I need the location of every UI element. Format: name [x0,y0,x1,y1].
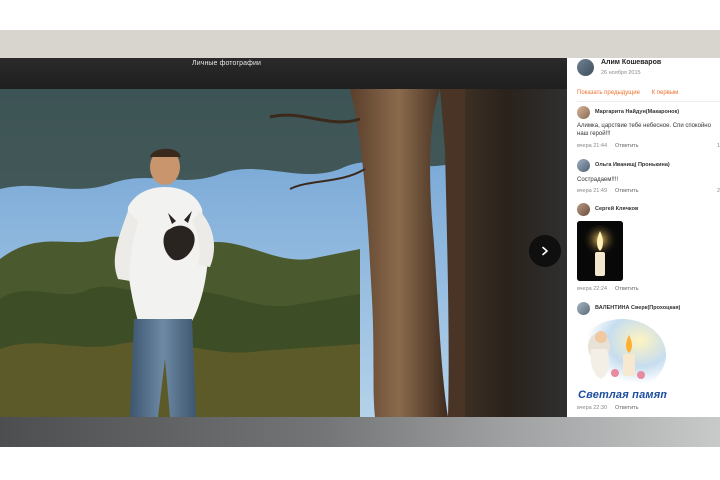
memorial-caption: Светлая память... [578,389,667,401]
comment-time: вчера 21:44 [577,143,608,149]
comment-text-line2: наш герой!!! [577,131,611,137]
album-title[interactable]: Личные фотографии [192,60,261,67]
comment-time: вчера 21:49 [577,188,608,194]
page: Личные фотографии Алим Кошеваров 26 нояб… [0,0,720,480]
author-avatar[interactable] [577,59,594,76]
bottom-band [0,417,720,447]
author-name[interactable]: Алим Кошеваров [601,59,661,66]
show-previous-link[interactable]: Показать предыдущие [577,90,640,96]
candle-icon [577,221,623,281]
reply-button[interactable]: Ответить [615,286,639,292]
commenter-avatar[interactable] [577,302,590,315]
commenter-avatar[interactable] [577,203,590,216]
divider [577,101,720,102]
top-band [0,30,720,58]
comment-time: вчера 22:24 [577,286,608,292]
reply-button[interactable]: Ответить [615,405,639,411]
comment-meta: вчера 22:30 Ответить [577,405,639,411]
comments-panel: Алим Кошеваров 26 ноября 2015 Показать п… [567,58,720,417]
comments-nav: Показать предыдущие К первым [577,90,688,96]
comment-text-line1: Сострадаем!!!! [577,177,619,183]
comment-meta: вчера 21:49 Ответить [577,188,639,194]
reply-button[interactable]: Ответить [615,188,639,194]
comment-item: ВАЛЕНТИНА Сверк(Прохоцкая) Светлая памя … [577,302,720,417]
photo-image [0,89,465,417]
commenter-name[interactable]: Ольга Иванищ( Пронькина) [595,162,670,168]
comment-item: Ольга Иванищ( Пронькина) Сострадаем!!!! … [577,159,720,199]
comment-item: Сергей Клячков вчера 22:24 Ответить [577,203,720,298]
next-photo-button[interactable] [529,235,561,267]
commenter-name[interactable]: Маргарита Найдун(Макаронок) [595,109,679,115]
comment-meta: вчера 22:24 Ответить [577,286,639,292]
comment-text-line1: Алимка, царствие тебе небесное. Спи спок… [577,123,711,129]
commenter-name[interactable]: ВАЛЕНТИНА Сверк(Прохоцкая) [595,305,680,311]
photo-viewer: Личные фотографии [0,58,567,417]
memorial-image[interactable]: Светлая память... [577,317,667,403]
commenter-name[interactable]: Сергей Клячков [595,206,638,212]
commenter-avatar[interactable] [577,106,590,119]
photo-date: 26 ноября 2015 [601,70,641,76]
chevron-right-icon [542,246,548,256]
commenter-avatar[interactable] [577,159,590,172]
reply-button[interactable]: Ответить [615,143,639,149]
candle-image[interactable] [577,221,623,281]
comment-meta: вчера 21:44 Ответить [577,143,639,149]
comment-item: Маргарита Найдун(Макаронок) Алимка, царс… [577,106,720,154]
to-first-link[interactable]: К первым [652,90,679,96]
viewer-header: Личные фотографии [0,58,567,89]
comment-time: вчера 22:30 [577,405,608,411]
photo[interactable] [0,89,465,417]
